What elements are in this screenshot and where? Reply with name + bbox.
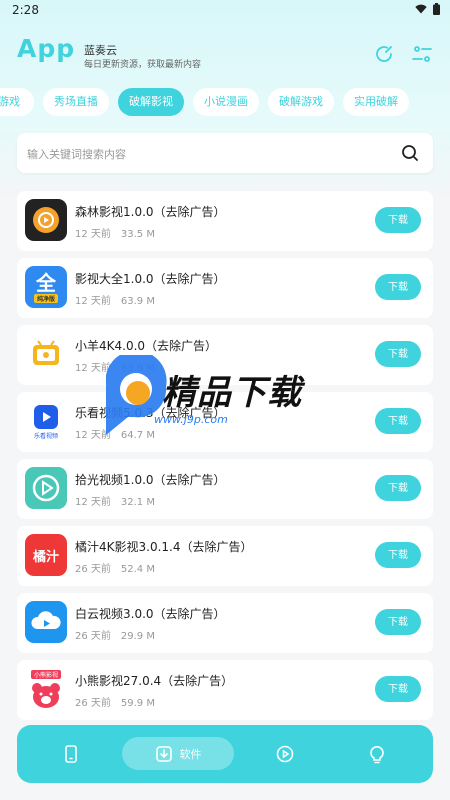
- status-bar: 2:28: [0, 0, 450, 22]
- tv-icon: [25, 333, 67, 375]
- item-meta: 26 天前 59.9 M: [75, 698, 155, 709]
- wifi-icon: [415, 4, 427, 14]
- download-button[interactable]: 下载: [375, 341, 421, 367]
- refresh-button[interactable]: [372, 42, 396, 66]
- app-subtitle: 每日更新资源，获取最新内容: [84, 60, 202, 70]
- download-button[interactable]: 下载: [375, 408, 421, 434]
- nav-software[interactable]: 软件: [122, 737, 234, 770]
- download-button[interactable]: 下载: [375, 542, 421, 568]
- list-item[interactable]: 拾光视频1.0.0（去除广告） 12 天前 32.1 M 下载: [17, 459, 433, 519]
- download-button[interactable]: 下载: [375, 609, 421, 635]
- quan-icon: 全 纯净版: [25, 266, 67, 308]
- lightbulb-icon: [370, 746, 384, 764]
- tab-category[interactable]: 小说漫画: [193, 88, 259, 116]
- item-name: 乐看视频5.0.3（去除广告）: [75, 406, 226, 420]
- list-item[interactable]: 橘汁 橘汁4K影视3.0.1.4（去除广告） 26 天前 52.4 M 下载: [17, 526, 433, 586]
- search-bar: [17, 133, 433, 173]
- item-meta: 12 天前 32.1 M: [75, 497, 155, 508]
- play-circle-icon: [276, 745, 294, 763]
- settings-button[interactable]: [410, 42, 434, 66]
- tab-category[interactable]: 破解游戏: [268, 88, 334, 116]
- battery-icon: [433, 3, 440, 15]
- list-item[interactable]: 乐看视频 乐看视频5.0.3（去除广告） 12 天前 64.7 M 下载: [17, 392, 433, 452]
- tab-category[interactable]: 秀场直播: [43, 88, 109, 116]
- download-button[interactable]: 下载: [375, 274, 421, 300]
- list-item[interactable]: 小熊影视 小熊影视27.0.4（去除广告） 26 天前 59.9 M 下载: [17, 660, 433, 720]
- status-icons: [415, 3, 440, 15]
- refresh-icon: [376, 46, 392, 62]
- item-meta: 12 天前 63.9 M: [75, 296, 155, 307]
- list-item[interactable]: 全 纯净版 影视大全1.0.0（去除广告） 12 天前 63.9 M 下载: [17, 258, 433, 318]
- play-icon: 乐看视频: [25, 400, 67, 442]
- header: App 蓝奏云 每日更新资源，获取最新内容: [0, 30, 450, 80]
- sliders-icon: [412, 46, 432, 62]
- search-input[interactable]: [25, 141, 389, 167]
- item-name: 小羊4K4.0.0（去除广告）: [75, 339, 218, 353]
- download-box-icon: [155, 745, 172, 762]
- download-button[interactable]: 下载: [375, 676, 421, 702]
- nav-video[interactable]: [261, 725, 309, 783]
- phone-icon: [65, 745, 77, 763]
- download-button[interactable]: 下载: [375, 207, 421, 233]
- item-meta: 26 天前 29.9 M: [75, 631, 155, 642]
- list-item[interactable]: 森林影视1.0.0（去除广告） 12 天前 33.5 M 下载: [17, 191, 433, 251]
- item-name: 白云视频3.0.0（去除广告）: [75, 607, 226, 621]
- item-meta: 12 天前 63.9 M: [75, 363, 155, 374]
- juzhi-icon: 橘汁: [25, 534, 67, 576]
- cloud-play-icon: [25, 601, 67, 643]
- nav-software-label: 软件: [179, 747, 202, 761]
- app-name: 蓝奏云: [84, 44, 117, 57]
- bottom-nav: 软件: [17, 725, 433, 783]
- item-name: 拾光视频1.0.0（去除广告）: [75, 473, 226, 487]
- status-time: 2:28: [12, 3, 39, 17]
- list-item[interactable]: 白云视频3.0.0（去除广告） 26 天前 29.9 M 下载: [17, 593, 433, 653]
- list-item[interactable]: 小羊4K4.0.0（去除广告） 12 天前 63.9 M 下载: [17, 325, 433, 385]
- tab-category-active[interactable]: 破解影视: [118, 88, 184, 116]
- item-name: 橘汁4K影视3.0.1.4（去除广告）: [75, 540, 253, 554]
- tab-category[interactable]: 游戏: [0, 88, 34, 116]
- item-name: 森林影视1.0.0（去除广告）: [75, 205, 226, 219]
- category-tabs: 游戏 秀场直播 破解影视 小说漫画 破解游戏 实用破解: [0, 87, 450, 117]
- item-meta: 26 天前 52.4 M: [75, 564, 155, 575]
- nav-discover[interactable]: [353, 725, 401, 783]
- tab-category[interactable]: 实用破解: [343, 88, 409, 116]
- play-icon: [25, 199, 67, 241]
- item-meta: 12 天前 33.5 M: [75, 229, 155, 240]
- app-title: App: [17, 34, 76, 63]
- bear-icon: 小熊影视: [25, 668, 67, 710]
- download-button[interactable]: 下载: [375, 475, 421, 501]
- item-name: 影视大全1.0.0（去除广告）: [75, 272, 226, 286]
- item-name: 小熊影视27.0.4（去除广告）: [75, 674, 234, 688]
- item-meta: 12 天前 64.7 M: [75, 430, 155, 441]
- search-icon[interactable]: [401, 144, 419, 162]
- nav-phone[interactable]: [47, 725, 95, 783]
- play-circle-icon: [25, 467, 67, 509]
